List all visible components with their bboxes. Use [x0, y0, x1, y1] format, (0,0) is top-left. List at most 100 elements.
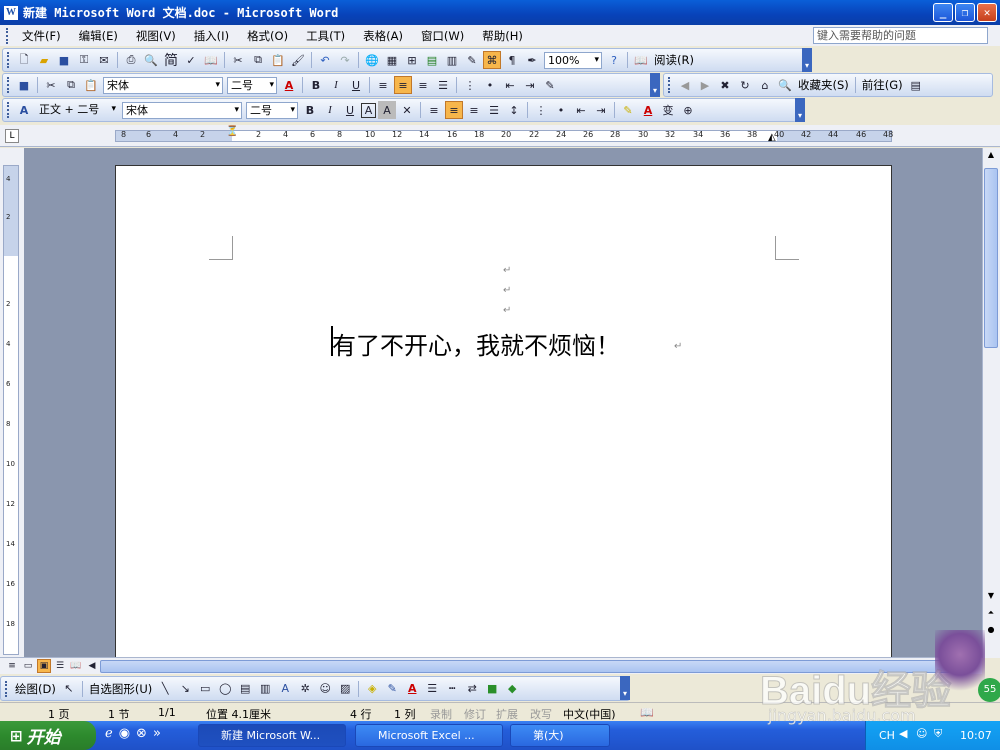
undo-icon[interactable]: ↶ — [316, 51, 334, 69]
insert-excel-icon[interactable]: ▤ — [423, 51, 441, 69]
paste-icon[interactable]: 📋 — [82, 76, 100, 94]
numbering-icon[interactable]: ⋮ — [461, 76, 479, 94]
scroll-up-icon[interactable]: ▲ — [984, 150, 998, 164]
home-icon[interactable]: ⌂ — [756, 76, 774, 94]
read-button[interactable]: 阅读(R) — [651, 52, 697, 68]
goto-menu[interactable]: 前往(G) — [859, 77, 906, 93]
favorites-menu[interactable]: 收藏夹(S) — [795, 77, 852, 93]
user-icon[interactable]: ☺ — [916, 727, 927, 740]
increase-indent-icon[interactable]: ⇥ — [521, 76, 539, 94]
task-word[interactable]: 新建 Microsoft W... — [198, 724, 346, 747]
right-indent-marker-icon[interactable]: ◭ — [768, 132, 776, 143]
draw-menu[interactable]: 绘图(D) — [12, 681, 59, 697]
scroll-down-icon[interactable]: ▼ — [984, 591, 998, 605]
menu-view[interactable]: 视图(V) — [127, 28, 185, 44]
spelling-status-icon[interactable]: 📖 — [640, 706, 654, 719]
bullets-icon[interactable]: • — [552, 101, 570, 119]
stop-icon[interactable]: ✖ — [716, 76, 734, 94]
input-language[interactable]: CH — [879, 729, 895, 742]
line-color-icon[interactable]: ✎ — [383, 680, 401, 698]
ie-icon[interactable]: ℯ — [105, 726, 113, 741]
status-record[interactable]: 录制 — [430, 706, 452, 722]
show-web-toolbar-icon[interactable]: ▤ — [907, 76, 925, 94]
clipart-icon[interactable]: ☺ — [316, 680, 334, 698]
font-size-select[interactable]: 二号 — [227, 76, 277, 94]
security-shield-icon[interactable]: ⛨ — [934, 727, 942, 741]
hyperlink-icon[interactable]: 🌐 — [363, 51, 381, 69]
normal-view-icon[interactable]: ≡ — [5, 659, 19, 673]
font-color-icon[interactable]: A — [639, 101, 657, 119]
document-page[interactable]: ↵ ↵ ↵ ↵ — [115, 165, 892, 660]
oval-icon[interactable]: ◯ — [216, 680, 234, 698]
tray-arrow-icon[interactable]: ◀ — [899, 727, 907, 740]
rectangle-icon[interactable]: ▭ — [196, 680, 214, 698]
styles-formatting-icon[interactable]: A — [15, 101, 33, 119]
font-color-icon[interactable]: A — [403, 680, 421, 698]
drawing-icon[interactable]: ✎ — [463, 51, 481, 69]
search-web-icon[interactable]: 🔍 — [776, 76, 794, 94]
back-icon[interactable]: ◀ — [676, 76, 694, 94]
distributed-icon[interactable]: ☰ — [434, 76, 452, 94]
textbox-icon[interactable]: ▤ — [236, 680, 254, 698]
select-objects-icon[interactable]: ↖ — [60, 680, 78, 698]
status-track-changes[interactable]: 修订 — [464, 706, 486, 722]
shadow-icon[interactable]: ■ — [483, 680, 501, 698]
columns-icon[interactable]: ▥ — [443, 51, 461, 69]
outline-view-icon[interactable]: ☰ — [53, 659, 67, 673]
italic-icon[interactable]: I — [327, 76, 345, 94]
3d-icon[interactable]: ◆ — [503, 680, 521, 698]
autoshapes-menu[interactable]: 自选图形(U) — [86, 681, 155, 697]
vertical-scroll-thumb[interactable] — [984, 168, 998, 348]
menu-help[interactable]: 帮助(H) — [473, 28, 532, 44]
word-app-icon[interactable]: W — [4, 5, 18, 20]
tab-selector-icon[interactable]: L — [5, 129, 19, 143]
phonetic-guide-icon[interactable]: ✎ — [541, 76, 559, 94]
insert-table-icon[interactable]: ⊞ — [403, 51, 421, 69]
spellcheck-icon[interactable]: ✓ — [182, 51, 200, 69]
read-icon[interactable]: 📖 — [632, 51, 650, 69]
align-center-icon[interactable]: ≡ — [394, 76, 412, 94]
char-scale-icon[interactable]: ✕ — [398, 101, 416, 119]
copy-icon[interactable]: ⧉ — [249, 51, 267, 69]
align-right-icon[interactable]: ≡ — [414, 76, 432, 94]
research-icon[interactable]: 📖 — [202, 51, 220, 69]
bold-icon[interactable]: B — [301, 101, 319, 119]
copy-icon[interactable]: ⧉ — [62, 76, 80, 94]
highlight-icon[interactable]: ✎ — [619, 101, 637, 119]
simplified-chinese-icon[interactable]: 简 — [162, 51, 180, 69]
line-spacing-icon[interactable]: ↕ — [505, 101, 523, 119]
font-size-select-2[interactable]: 二号 — [246, 101, 298, 119]
redo-icon[interactable]: ↷ — [336, 51, 354, 69]
tables-borders-icon[interactable]: ▦ — [383, 51, 401, 69]
paste-icon[interactable]: 📋 — [269, 51, 287, 69]
status-extend[interactable]: 扩展 — [496, 706, 518, 722]
help-icon[interactable]: ? — [605, 51, 623, 69]
italic-icon[interactable]: I — [321, 101, 339, 119]
ink-icon[interactable]: ✒ — [523, 51, 541, 69]
menu-window[interactable]: 窗口(W) — [412, 28, 473, 44]
status-overtype[interactable]: 改写 — [530, 706, 552, 722]
close-button[interactable]: ✕ — [977, 3, 997, 22]
menu-tools[interactable]: 工具(T) — [297, 28, 354, 44]
distributed-icon[interactable]: ☰ — [485, 101, 503, 119]
font-select[interactable]: 宋体 — [103, 76, 223, 94]
decrease-indent-icon[interactable]: ⇤ — [572, 101, 590, 119]
show-hide-icon[interactable]: ¶ — [503, 51, 521, 69]
char-spacing-icon[interactable]: 变 — [659, 101, 677, 119]
decrease-indent-icon[interactable]: ⇤ — [501, 76, 519, 94]
align-justify-icon[interactable]: ≡ — [374, 76, 392, 94]
minimize-button[interactable]: _ — [933, 3, 953, 22]
task-excel[interactable]: Microsoft Excel ... — [355, 724, 503, 747]
zoom-select[interactable]: 100% — [544, 51, 602, 69]
menu-table[interactable]: 表格(A) — [354, 28, 412, 44]
document-map-icon[interactable]: ⌘ — [483, 51, 501, 69]
cut-icon[interactable]: ✂ — [42, 76, 60, 94]
save-icon[interactable]: ■ — [15, 76, 33, 94]
menu-format[interactable]: 格式(O) — [238, 28, 297, 44]
menu-grip[interactable] — [6, 27, 9, 44]
permission-icon[interactable]: ⚿ — [75, 51, 93, 69]
toolbar-options-chevron[interactable]: ▾ — [802, 48, 812, 72]
align-right-icon[interactable]: ≡ — [465, 101, 483, 119]
vertical-textbox-icon[interactable]: ▥ — [256, 680, 274, 698]
menu-file[interactable]: 文件(F) — [13, 28, 70, 44]
